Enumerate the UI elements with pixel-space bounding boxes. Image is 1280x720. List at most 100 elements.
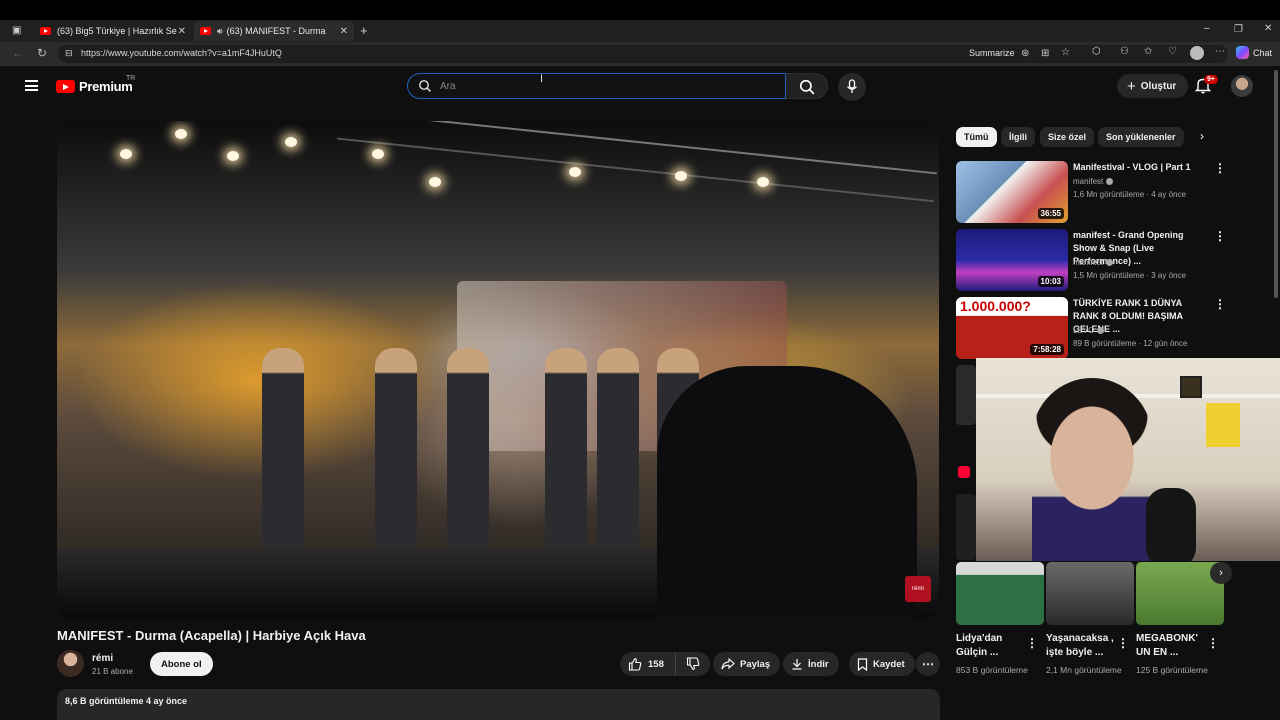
- channel-watermark[interactable]: rémi: [905, 576, 931, 602]
- tracking-icon[interactable]: ⚇: [1120, 46, 1129, 57]
- short-thumbnail[interactable]: [1046, 562, 1134, 625]
- chip-recently-uploaded[interactable]: Son yüklenenler: [1098, 127, 1184, 147]
- download-icon: [792, 659, 802, 670]
- close-tab-icon[interactable]: ✕: [178, 26, 186, 37]
- more-vertical-icon[interactable]: ⋮: [1214, 229, 1226, 243]
- camera-operator-silhouette: [657, 366, 917, 618]
- favorite-star-icon[interactable]: ☆: [1061, 47, 1070, 58]
- tab-manifest[interactable]: 🔊︎ (63) MANIFEST - Durma (Aca ✕: [194, 21, 354, 41]
- chevron-right-icon[interactable]: ›: [1200, 129, 1204, 143]
- recommendation-item[interactable]: 36:55 Manifestival - VLOG | Part 1 manif…: [956, 161, 1268, 223]
- tab-actions-icon[interactable]: ▣: [12, 25, 21, 36]
- short-title[interactable]: Lidya'dan Gülçin ...: [956, 632, 1028, 660]
- views-and-date: 8,6 B görüntüleme 4 ay önce: [65, 696, 188, 706]
- page-scrollbar[interactable]: [1274, 70, 1278, 298]
- youtube-favicon-icon: [40, 27, 51, 35]
- subscribe-button[interactable]: Abone ol: [150, 652, 213, 676]
- short-thumbnail[interactable]: [956, 562, 1044, 625]
- bookmark-icon: [857, 657, 868, 671]
- chip-related[interactable]: İlgili: [1001, 127, 1035, 147]
- recommendation-title[interactable]: Manifestival - VLOG | Part 1: [1073, 161, 1208, 174]
- recommendation-channel[interactable]: LEVO: [1073, 326, 1105, 335]
- url-field[interactable]: ⊟ https://www.youtube.com/watch?v=a1mF4J…: [58, 45, 1228, 63]
- copilot-chat-button[interactable]: Chat: [1235, 46, 1272, 59]
- short-title[interactable]: Yaşanacaksa , işte böyle ...: [1046, 632, 1118, 660]
- voice-search-button[interactable]: [838, 73, 866, 101]
- chip-for-you[interactable]: Size özel: [1040, 127, 1095, 147]
- more-vertical-icon[interactable]: ⋮: [1026, 636, 1038, 650]
- microphone-icon: [846, 79, 858, 93]
- microphone: [1146, 488, 1196, 561]
- channel-name[interactable]: rémi: [92, 653, 113, 664]
- search-input[interactable]: [440, 79, 770, 94]
- dislike-button[interactable]: [676, 652, 710, 676]
- recommendation-item[interactable]: 1.000.000? 7:58:28 TÜRKİYE RANK 1 DÜNYA …: [956, 297, 1268, 359]
- spotlight: [120, 149, 132, 159]
- channel-avatar[interactable]: [57, 650, 84, 677]
- speaker-icon[interactable]: 🔊︎: [217, 26, 223, 37]
- recommendation-thumbnail-partial[interactable]: [956, 365, 976, 425]
- profile-avatar[interactable]: [1190, 46, 1204, 60]
- extensions-icon[interactable]: ⬡: [1092, 46, 1101, 57]
- tab-big5[interactable]: (63) Big5 Türkiye | Hazırlık Sezonu ✕: [34, 21, 192, 41]
- youtube-premium-logo[interactable]: Premium TR: [56, 75, 135, 94]
- video-player[interactable]: rémi: [57, 121, 939, 618]
- short-views: 853 B görüntüleme: [956, 665, 1028, 675]
- chevron-right-icon[interactable]: ›: [1210, 562, 1232, 584]
- apps-icon[interactable]: ⊞: [1041, 48, 1049, 59]
- video-thumbnail[interactable]: 36:55: [956, 161, 1068, 223]
- description-box[interactable]: 8,6 B görüntüleme 4 ay önce: [57, 689, 940, 720]
- create-button[interactable]: + Oluştur: [1117, 74, 1189, 98]
- spotlight: [675, 171, 687, 181]
- more-vertical-icon[interactable]: ⋮: [1214, 161, 1226, 175]
- search-button[interactable]: [786, 73, 828, 99]
- search-box[interactable]: [407, 73, 786, 99]
- recommendation-meta: 1,5 Mn görüntüleme · 3 ay önce: [1073, 271, 1186, 280]
- plus-icon: +: [1127, 77, 1136, 95]
- maximize-icon[interactable]: ❐: [1234, 24, 1243, 35]
- site-info-icon[interactable]: ⊟: [65, 48, 73, 59]
- more-vertical-icon[interactable]: ⋮: [1214, 297, 1226, 311]
- recommendation-meta: 1,6 Mn görüntüleme · 4 ay önce: [1073, 190, 1186, 199]
- summarize-icon[interactable]: ⊛: [1021, 48, 1029, 59]
- minimize-icon[interactable]: –: [1204, 23, 1210, 34]
- like-button[interactable]: 158: [620, 652, 676, 676]
- close-tab-icon[interactable]: ✕: [340, 26, 348, 37]
- video-thumbnail[interactable]: 10:03: [956, 229, 1068, 291]
- save-button[interactable]: Kaydet: [849, 652, 915, 676]
- tab-strip: ▣ (63) Big5 Türkiye | Hazırlık Sezonu ✕ …: [0, 20, 1280, 42]
- health-icon[interactable]: ♡: [1168, 46, 1177, 57]
- shorts-thumbnail-partial[interactable]: [956, 494, 976, 560]
- performer: [447, 348, 489, 548]
- like-count: 158: [648, 658, 664, 670]
- performer: [597, 348, 639, 548]
- short-title[interactable]: MEGABONK' UN EN ...: [1136, 632, 1208, 660]
- hamburger-menu-icon[interactable]: [25, 80, 38, 91]
- save-label: Kaydet: [873, 658, 905, 670]
- share-button[interactable]: Paylaş: [713, 652, 781, 676]
- close-window-icon[interactable]: ✕: [1264, 23, 1272, 34]
- download-button[interactable]: İndir: [783, 652, 839, 676]
- more-actions-button[interactable]: ⋯: [916, 652, 940, 676]
- favorites-icon[interactable]: ✩: [1144, 46, 1152, 57]
- streamer-webcam-overlay: [976, 358, 1280, 561]
- verified-icon: [1106, 259, 1114, 267]
- chip-all[interactable]: Tümü: [956, 127, 997, 147]
- reload-icon[interactable]: ↻: [34, 46, 50, 60]
- summarize-button[interactable]: Summarize: [969, 48, 1015, 58]
- more-vertical-icon[interactable]: ⋮: [1117, 636, 1129, 650]
- new-tab-icon[interactable]: +: [360, 23, 368, 38]
- back-icon[interactable]: ←: [10, 46, 26, 60]
- recommendation-channel[interactable]: manifest: [1073, 177, 1114, 186]
- performer: [545, 348, 587, 548]
- recommendation-channel[interactable]: manifest: [1073, 258, 1114, 267]
- copilot-icon: [1235, 46, 1249, 59]
- more-options-icon[interactable]: ⋯: [1215, 46, 1225, 57]
- recommendation-meta: 89 B görüntüleme · 12 gün önce: [1073, 339, 1188, 348]
- account-avatar[interactable]: [1231, 75, 1253, 97]
- verified-icon: [1106, 178, 1114, 186]
- tab-title: (63) MANIFEST - Durma (Aca: [226, 26, 327, 36]
- more-vertical-icon[interactable]: ⋮: [1207, 636, 1219, 650]
- video-thumbnail[interactable]: 1.000.000? 7:58:28: [956, 297, 1068, 359]
- recommendation-item[interactable]: 10:03 manifest - Grand Opening Show & Sn…: [956, 229, 1268, 291]
